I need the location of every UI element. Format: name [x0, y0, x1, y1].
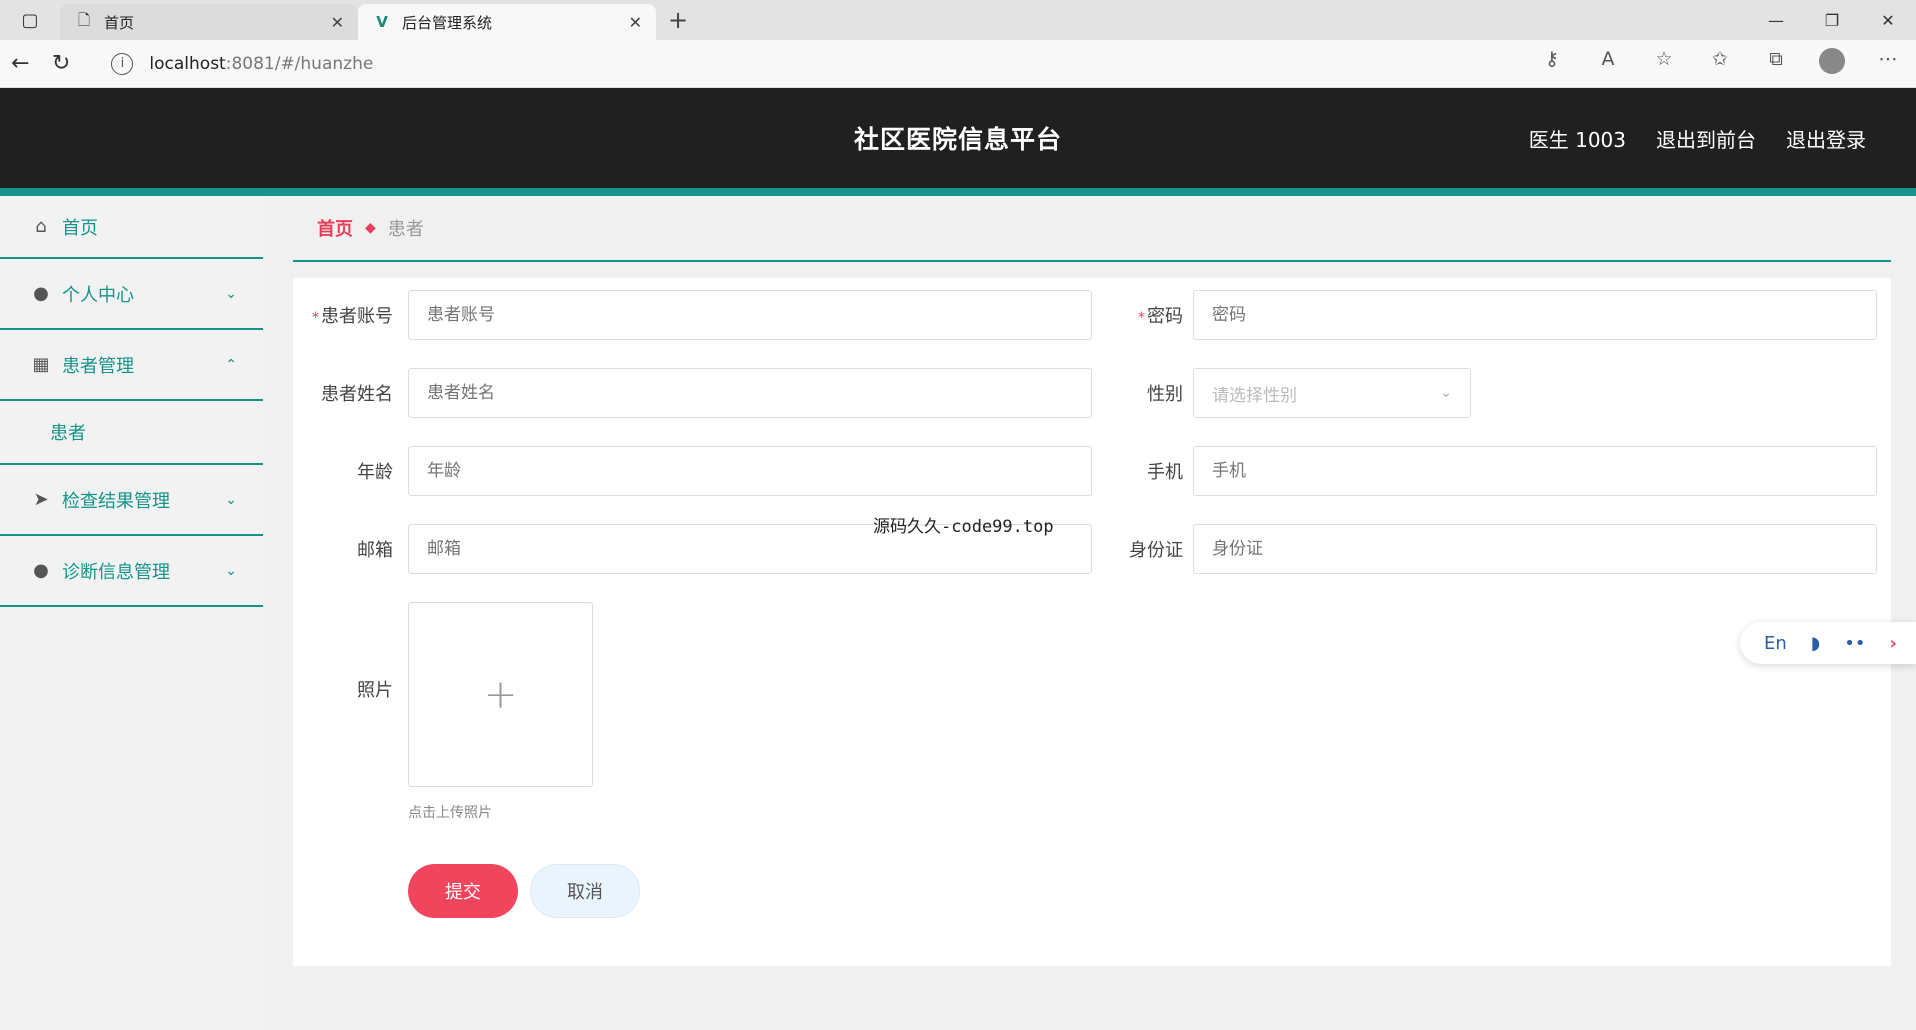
minimize-icon[interactable]: — [1748, 0, 1804, 40]
email-label: 邮箱 [357, 540, 393, 561]
gender-field: 性别 请选择性别 ⌄ [1083, 368, 1471, 418]
favorite-add-icon[interactable]: ☆ [1636, 48, 1692, 79]
address-bar: ← ↻ i localhost:8081/#/huanzhe ⚷ A ☆ ✩ ⧉… [0, 40, 1916, 88]
url-field[interactable]: i localhost:8081/#/huanzhe [97, 47, 1524, 81]
browser-tab-strip: ▢ 🗋 首页 ✕ V 后台管理系统 ✕ + — ❐ ✕ [0, 0, 1916, 40]
header-actions: 医生 1003 退出到前台 退出登录 [1529, 88, 1866, 188]
main-content: 首页 ◆ 患者 *患者账号 *密码 患者姓名 性别 请选择性别 ⌄ 年龄 [293, 196, 1891, 966]
sidebar-item-label: 患者管理 [62, 355, 134, 377]
account-field: * 患者账号 [293, 290, 1092, 340]
name-field: 患者姓名 [293, 368, 1092, 418]
chevron-down-icon: ⌄ [225, 491, 237, 508]
read-aloud-icon[interactable]: A [1580, 48, 1636, 79]
more-icon[interactable]: ⋯ [1860, 48, 1916, 79]
url-text: localhost:8081/#/huanzhe [149, 53, 374, 74]
sidebar-item-label: 诊断信息管理 [62, 561, 170, 583]
gender-placeholder: 请选择性别 [1212, 385, 1297, 406]
chevron-up-icon: ⌃ [225, 356, 237, 373]
favorites-icon[interactable]: ✩ [1692, 48, 1748, 79]
photo-upload[interactable]: + [408, 602, 593, 787]
language-widget[interactable]: En ◗ •• › [1740, 622, 1916, 664]
phone-field: 手机 [1083, 446, 1877, 496]
name-input[interactable] [408, 368, 1092, 418]
breadcrumb-current: 患者 [387, 219, 424, 240]
restore-icon[interactable]: ❐ [1804, 0, 1860, 40]
sidebar-item-label: 个人中心 [62, 284, 134, 306]
send-icon: ➤ [33, 489, 49, 510]
browser-tab-admin[interactable]: V 后台管理系统 ✕ [358, 4, 656, 40]
logout-link[interactable]: 退出登录 [1786, 124, 1866, 153]
age-field: 年龄 [293, 446, 1092, 496]
sidebar-item-exam-results[interactable]: ➤ 检查结果管理 ⌄ [0, 465, 263, 536]
key-icon[interactable]: ⚷ [1524, 48, 1580, 79]
upload-tip: 点击上传照片 [408, 805, 492, 821]
sidebar-subitem-patient[interactable]: 患者 [0, 401, 263, 465]
exit-to-front-link[interactable]: 退出到前台 [1656, 124, 1756, 153]
idcard-field: 身份证 [1083, 524, 1877, 574]
close-window-icon[interactable]: ✕ [1860, 0, 1916, 40]
sidebar: ⌂ 首页 ● 个人中心 ⌄ ▦ 患者管理 ⌃ 患者 ➤ 检查结果管理 ⌄ ● 诊… [0, 196, 263, 1030]
collections-icon[interactable]: ⧉ [1748, 48, 1804, 79]
profile-avatar[interactable] [1804, 48, 1860, 79]
current-user: 医生 1003 [1528, 127, 1626, 152]
sidebar-item-patients[interactable]: ▦ 患者管理 ⌃ [0, 330, 263, 401]
language-label: En [1764, 632, 1787, 654]
sidebar-item-label: 首页 [62, 217, 98, 239]
account-input[interactable] [408, 290, 1092, 340]
tab-title: 后台管理系统 [402, 13, 493, 32]
password-input[interactable] [1193, 290, 1877, 340]
tab-title: 首页 [104, 13, 135, 32]
password-field: * 密码 [1083, 290, 1877, 340]
gender-select[interactable]: 请选择性别 ⌄ [1193, 368, 1471, 418]
patient-form: *患者账号 *密码 患者姓名 性别 请选择性别 ⌄ 年龄 手机 [293, 278, 1891, 966]
vue-icon: V [376, 13, 388, 31]
password-label: * 密码 [1138, 306, 1183, 327]
chevron-down-icon: ⌄ [225, 562, 237, 579]
sidebar-item-label: 检查结果管理 [62, 490, 170, 512]
phone-input[interactable] [1193, 446, 1877, 496]
new-tab-icon[interactable]: + [656, 0, 700, 40]
breadcrumb-separator-icon: ◆ [365, 220, 376, 236]
breadcrumb-home[interactable]: 首页 [317, 215, 353, 241]
name-label: 患者姓名 [321, 384, 393, 405]
dots-icon: •• [1844, 632, 1866, 654]
plus-icon: + [483, 671, 518, 718]
browser-toolbar: ⚷ A ☆ ✩ ⧉ ⋯ [1524, 48, 1916, 79]
info-icon[interactable]: i [111, 52, 134, 75]
age-label: 年龄 [357, 462, 393, 483]
cancel-button[interactable]: 取消 [530, 864, 640, 918]
grid-icon: ▦ [32, 354, 50, 375]
phone-label: 手机 [1147, 462, 1183, 483]
chevron-right-icon[interactable]: › [1890, 633, 1897, 654]
tab-actions-icon[interactable]: ▢ [0, 0, 60, 40]
close-icon[interactable]: ✕ [629, 13, 642, 32]
submit-button[interactable]: 提交 [408, 864, 518, 918]
photo-label: 照片 [357, 680, 393, 701]
account-label: * 患者账号 [312, 306, 393, 327]
back-icon[interactable]: ← [0, 51, 41, 76]
reload-icon[interactable]: ↻ [41, 51, 82, 76]
chevron-down-icon: ⌄ [1440, 385, 1452, 401]
gender-label: 性别 [1147, 384, 1183, 405]
sidebar-item-diagnosis[interactable]: ● 诊断信息管理 ⌄ [0, 536, 263, 607]
app-header: 社区医院信息平台 医生 1003 退出到前台 退出登录 [0, 88, 1916, 196]
chevron-down-icon: ⌄ [225, 285, 237, 302]
close-icon[interactable]: ✕ [331, 13, 344, 32]
sidebar-item-profile[interactable]: ● 个人中心 ⌄ [0, 259, 263, 330]
idcard-label: 身份证 [1129, 540, 1183, 561]
breadcrumb: 首页 ◆ 患者 [293, 196, 1891, 262]
user-icon: ● [33, 283, 49, 304]
overlay-text: 源码久久-code99.top [873, 517, 1054, 537]
sidebar-item-home[interactable]: ⌂ 首页 [0, 196, 263, 259]
age-input[interactable] [408, 446, 1092, 496]
home-icon: ⌂ [35, 216, 47, 237]
idcard-input[interactable] [1193, 524, 1877, 574]
page-icon: 🗋 [77, 10, 91, 29]
moon-icon: ◗ [1810, 632, 1821, 654]
window-controls: — ❐ ✕ [1748, 0, 1916, 40]
browser-tab-home[interactable]: 🗋 首页 ✕ [60, 4, 358, 40]
user-icon: ● [33, 560, 49, 581]
